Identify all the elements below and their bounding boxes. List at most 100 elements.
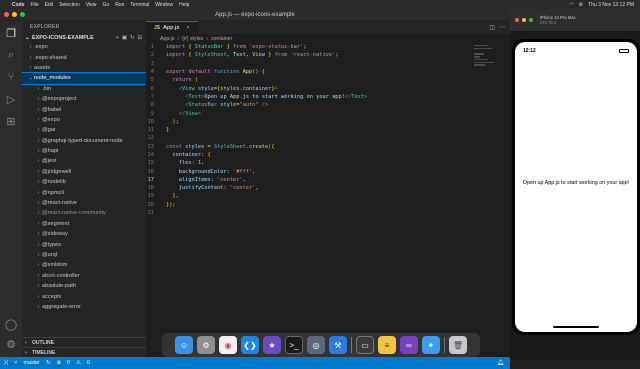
project-folder-header[interactable]: ⌄ EXPO-ICONS-EXAMPLE + ▣ ↻ ⊟ xyxy=(22,33,146,42)
tree-item[interactable]: › @expoproject xyxy=(22,94,146,104)
tree-item[interactable]: ⌄ node_modules xyxy=(22,72,146,85)
tree-item[interactable]: › @nodelib xyxy=(22,177,146,187)
code-line[interactable]: 9 </View> xyxy=(146,109,476,117)
close-tab-icon[interactable]: × xyxy=(186,25,189,31)
code-line[interactable]: 8 <StatusBar style="auto" /> xyxy=(146,101,476,109)
zoom-window-button[interactable] xyxy=(20,12,25,17)
breadcrumb-symbol[interactable]: {#} styles xyxy=(182,36,203,42)
quicktime-icon[interactable]: ◎ xyxy=(307,336,325,354)
code-line[interactable]: 20}); xyxy=(146,201,476,209)
simulator-icon[interactable]: ▭ xyxy=(356,336,374,354)
minimap[interactable] xyxy=(474,45,496,71)
vscode-icon[interactable]: ❮❯ xyxy=(241,336,259,354)
visual-studio-icon[interactable]: ∞ xyxy=(400,336,418,354)
safari-icon[interactable]: ✦ xyxy=(422,336,440,354)
tree-item[interactable]: › @npmcli xyxy=(22,187,146,197)
tree-item[interactable]: › @xmldom xyxy=(22,260,146,270)
settings-icon[interactable]: ⚙ xyxy=(197,336,215,354)
tree-item[interactable]: › @sideway xyxy=(22,229,146,239)
tree-item[interactable]: › @segment xyxy=(22,219,146,229)
app-message-text[interactable]: Open up App.js to start working on your … xyxy=(515,180,637,186)
new-file-icon[interactable]: + xyxy=(116,35,119,41)
tree-item[interactable]: › @graphql-typed-document-node xyxy=(22,136,146,146)
menu-app-name[interactable]: Code xyxy=(12,2,25,8)
trash-icon[interactable]: 🗑︎ xyxy=(449,336,467,354)
code-line[interactable]: 21 xyxy=(146,209,476,217)
tree-item[interactable]: › @expo xyxy=(22,115,146,125)
home-indicator[interactable] xyxy=(553,326,599,328)
more-actions-icon[interactable]: ⋯ xyxy=(499,24,505,31)
menu-run[interactable]: Run xyxy=(115,2,124,8)
breadcrumb-file[interactable]: App.js xyxy=(160,36,174,42)
extensions-icon[interactable]: ⊞ xyxy=(4,114,18,128)
gear-icon[interactable]: ⚙ xyxy=(4,337,18,351)
remote-icon[interactable]: ⟩⟨ xyxy=(4,360,8,366)
tree-item[interactable]: › .expo xyxy=(22,42,146,52)
code-line[interactable]: 10 ); xyxy=(146,118,476,126)
tree-item[interactable]: › aggregate-error xyxy=(22,302,146,312)
phone-screen[interactable]: 12:12 Open up App.js to start working on… xyxy=(515,42,637,332)
editor-area[interactable]: JS App.js × ◫ ⋯ App.js › {#} styles › co… xyxy=(146,21,510,357)
notifications-icon[interactable]: 🔔︎ xyxy=(497,360,510,366)
tree-item[interactable]: › accepts xyxy=(22,291,146,301)
sync-icon[interactable]: ↻ xyxy=(46,360,51,366)
refresh-icon[interactable]: ↻ xyxy=(130,35,135,41)
code-line[interactable]: 18 justifyContent: 'center', xyxy=(146,184,476,192)
tree-item[interactable]: › abort-controller xyxy=(22,271,146,281)
files-icon[interactable]: ❐ xyxy=(4,26,18,40)
tree-item[interactable]: › @hapi xyxy=(22,146,146,156)
source-control-icon[interactable]: ⑂ xyxy=(4,70,18,84)
menu-edit[interactable]: Edit xyxy=(45,2,54,8)
code-editor[interactable]: 1 import { StatusBar } from 'expo-status-… xyxy=(146,43,476,217)
wifi-icon[interactable]: ◠ xyxy=(569,2,573,8)
code-line[interactable]: 16 backgroundColor: '#fff', xyxy=(146,167,476,175)
control-center-icon[interactable]: ⚙ xyxy=(579,2,583,8)
breadcrumb-property[interactable]: container xyxy=(211,36,232,42)
code-line[interactable]: 3 xyxy=(146,60,476,68)
code-line[interactable]: 7 <Text>Open up App.js to start working … xyxy=(146,93,476,101)
notes-icon[interactable]: ≡ xyxy=(378,336,396,354)
menu-window[interactable]: Window xyxy=(155,2,173,8)
tree-item[interactable]: › .expo-shared xyxy=(22,52,146,62)
close-window-button[interactable] xyxy=(515,18,519,22)
tree-item[interactable]: › .bin xyxy=(22,84,146,94)
tree-item[interactable]: › @types xyxy=(22,239,146,249)
run-debug-icon[interactable]: ▷ xyxy=(4,92,18,106)
search-icon[interactable]: ⌕ xyxy=(4,48,18,62)
tree-item[interactable]: › @babel xyxy=(22,104,146,114)
split-editor-icon[interactable]: ◫ xyxy=(489,24,495,31)
git-branch[interactable]: master xyxy=(23,360,39,366)
code-line[interactable]: 12 xyxy=(146,134,476,142)
tree-item[interactable]: › @urql xyxy=(22,250,146,260)
tab-app-js[interactable]: JS App.js × xyxy=(146,21,198,34)
new-folder-icon[interactable]: ▣ xyxy=(122,35,127,41)
close-window-button[interactable] xyxy=(4,12,9,17)
timeline-section[interactable]: › TIMELINE xyxy=(22,347,146,357)
tree-item[interactable]: › @react-native-community xyxy=(22,208,146,218)
collapse-all-icon[interactable]: ⊟ xyxy=(137,35,142,41)
minimize-window-button[interactable] xyxy=(12,12,17,17)
tree-item[interactable]: › @jridgewell xyxy=(22,167,146,177)
tree-item[interactable]: › @gar xyxy=(22,125,146,135)
menu-terminal[interactable]: Terminal xyxy=(130,2,149,8)
menu-file[interactable]: File xyxy=(31,2,39,8)
warning-count[interactable]: 0 xyxy=(87,360,90,366)
zoom-window-button[interactable] xyxy=(529,18,533,22)
menu-go[interactable]: Go xyxy=(103,2,110,8)
code-line[interactable]: 1 import { StatusBar } from 'expo-status-… xyxy=(146,43,476,51)
tree-item[interactable]: › absolute-path xyxy=(22,281,146,291)
minimize-window-button[interactable] xyxy=(522,18,526,22)
menu-view[interactable]: View xyxy=(86,2,97,8)
code-line[interactable]: 5 return ( xyxy=(146,76,476,84)
code-line[interactable]: 19 }, xyxy=(146,192,476,200)
tree-item[interactable]: › @jest xyxy=(22,156,146,166)
finder-icon[interactable]: ☺ xyxy=(175,336,193,354)
error-count[interactable]: 0 xyxy=(67,360,70,366)
account-icon[interactable]: ◯ xyxy=(4,317,18,331)
tree-item[interactable]: › assets xyxy=(22,63,146,73)
xcode-icon[interactable]: ⚒ xyxy=(329,336,347,354)
code-line[interactable]: 4 export default function App() { xyxy=(146,68,476,76)
chrome-icon[interactable]: ◉ xyxy=(219,336,237,354)
code-line[interactable]: 17 alignItems: 'center', xyxy=(146,176,476,184)
code-line[interactable]: 14 container: { xyxy=(146,151,476,159)
